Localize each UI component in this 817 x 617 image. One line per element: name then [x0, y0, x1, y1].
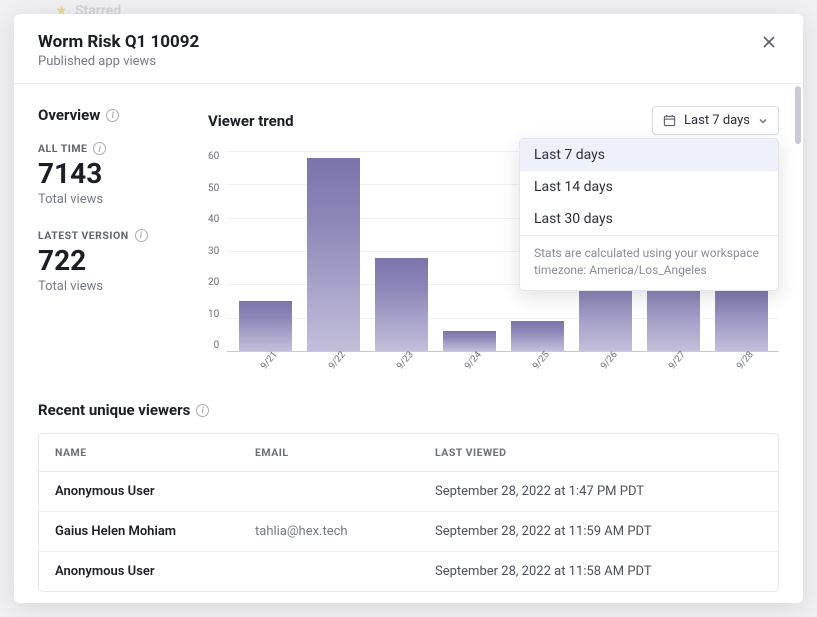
overview-heading-text: Overview: [38, 106, 100, 124]
stat-all-time-value: 7143: [38, 159, 178, 190]
chart-bar[interactable]: [511, 321, 564, 351]
range-dropdown-footer: Stats are calculated using your workspac…: [520, 235, 778, 290]
chart-header: Viewer trend Last 7 days Las: [208, 106, 779, 135]
range-dropdown-button[interactable]: Last 7 days: [652, 106, 779, 135]
viewer-email: tahlia@hex.tech: [255, 524, 435, 539]
chart-bar[interactable]: [239, 301, 292, 351]
chart-bar[interactable]: [715, 284, 768, 351]
overview-column: Overview i ALL TIME i 7143 Total views L…: [38, 106, 178, 371]
stat-latest-value: 722: [38, 246, 178, 277]
stat-all-time: ALL TIME i 7143 Total views: [38, 142, 178, 207]
col-last-viewed: LAST VIEWED: [435, 446, 762, 459]
range-option-30[interactable]: Last 30 days: [520, 203, 778, 235]
range-option-14[interactable]: Last 14 days: [520, 171, 778, 203]
chart-bar[interactable]: [443, 331, 496, 351]
gridline: [227, 351, 779, 352]
top-section: Overview i ALL TIME i 7143 Total views L…: [38, 106, 779, 371]
analytics-modal: Worm Risk Q1 10092 Published app views O…: [14, 14, 803, 603]
viewer-last-viewed: September 28, 2022 at 1:47 PM PDT: [435, 484, 762, 499]
table-row[interactable]: Gaius Helen Mohiamtahlia@hex.techSeptemb…: [39, 512, 778, 552]
x-tick-label: 9/22: [327, 349, 348, 371]
close-button[interactable]: [759, 32, 779, 52]
bar-slot: 9/22: [299, 151, 367, 351]
chart-column: Viewer trend Last 7 days Las: [208, 106, 779, 371]
bar-slot: 9/21: [231, 151, 299, 351]
modal-title: Worm Risk Q1 10092: [38, 32, 199, 52]
info-icon[interactable]: i: [196, 404, 209, 417]
info-icon[interactable]: i: [93, 142, 106, 155]
chart-bar[interactable]: [307, 158, 360, 351]
viewer-name: Gaius Helen Mohiam: [55, 524, 255, 539]
stat-latest-version: LATEST VERSION i 722 Total views: [38, 229, 178, 294]
x-tick-label: 9/27: [667, 349, 688, 371]
x-tick-label: 9/28: [735, 349, 756, 371]
col-name: NAME: [55, 446, 255, 459]
modal-header: Worm Risk Q1 10092 Published app views: [14, 14, 803, 84]
y-tick-label: 10: [208, 309, 219, 320]
x-tick-label: 9/26: [599, 349, 620, 371]
col-email: EMAIL: [255, 446, 435, 459]
y-tick-label: 0: [214, 340, 220, 351]
stat-all-time-label: ALL TIME: [38, 142, 87, 155]
viewer-last-viewed: September 28, 2022 at 11:58 AM PDT: [435, 564, 762, 579]
y-tick-label: 60: [208, 151, 219, 162]
trend-heading: Viewer trend: [208, 112, 294, 130]
y-tick-label: 50: [208, 183, 219, 194]
range-dropdown-menu: Last 7 days Last 14 days Last 30 days St…: [519, 138, 779, 291]
y-tick-label: 40: [208, 214, 219, 225]
info-icon[interactable]: i: [135, 229, 148, 242]
table-row[interactable]: Anonymous User September 28, 2022 at 11:5…: [39, 552, 778, 591]
viewer-name: Anonymous User: [55, 484, 255, 499]
table-row[interactable]: Anonymous User September 28, 2022 at 1:47…: [39, 472, 778, 512]
recent-viewers-table: NAME EMAIL LAST VIEWED Anonymous User Sep…: [38, 433, 779, 592]
scrollbar-thumb[interactable]: [795, 86, 801, 144]
y-tick-label: 20: [208, 277, 219, 288]
stat-latest-caption: Total views: [38, 279, 178, 294]
chart-y-axis: 60 50 40 30 20 10 0: [208, 151, 227, 351]
chevron-down-icon: [758, 116, 768, 126]
viewer-name: Anonymous User: [55, 564, 255, 579]
x-tick-label: 9/25: [531, 349, 552, 371]
calendar-icon: [663, 114, 676, 127]
recent-heading: Recent unique viewers: [38, 401, 190, 419]
x-tick-label: 9/24: [463, 349, 484, 371]
bar-slot: 9/23: [367, 151, 435, 351]
viewer-last-viewed: September 28, 2022 at 11:59 AM PDT: [435, 524, 762, 539]
info-icon[interactable]: i: [106, 109, 119, 122]
modal-subtitle: Published app views: [38, 54, 199, 69]
recent-viewers-section: Recent unique viewers i NAME EMAIL LAST …: [38, 401, 779, 592]
chart-bar[interactable]: [375, 258, 428, 351]
recent-heading-row: Recent unique viewers i: [38, 401, 779, 419]
modal-body: Overview i ALL TIME i 7143 Total views L…: [14, 84, 803, 603]
overview-heading: Overview i: [38, 106, 178, 124]
y-tick-label: 30: [208, 246, 219, 257]
table-header: NAME EMAIL LAST VIEWED: [39, 434, 778, 472]
x-tick-label: 9/23: [395, 349, 416, 371]
x-tick-label: 9/21: [259, 349, 280, 371]
range-option-7[interactable]: Last 7 days: [520, 139, 778, 171]
stat-all-time-label-row: ALL TIME i: [38, 142, 178, 155]
range-selector-wrap: Last 7 days Last 7 days Last 14 days Las…: [652, 106, 779, 135]
stat-latest-label: LATEST VERSION: [38, 229, 129, 242]
range-selected-label: Last 7 days: [684, 113, 750, 128]
bar-slot: 9/24: [435, 151, 503, 351]
stat-latest-label-row: LATEST VERSION i: [38, 229, 178, 242]
stat-all-time-caption: Total views: [38, 192, 178, 207]
close-icon: [761, 34, 777, 50]
